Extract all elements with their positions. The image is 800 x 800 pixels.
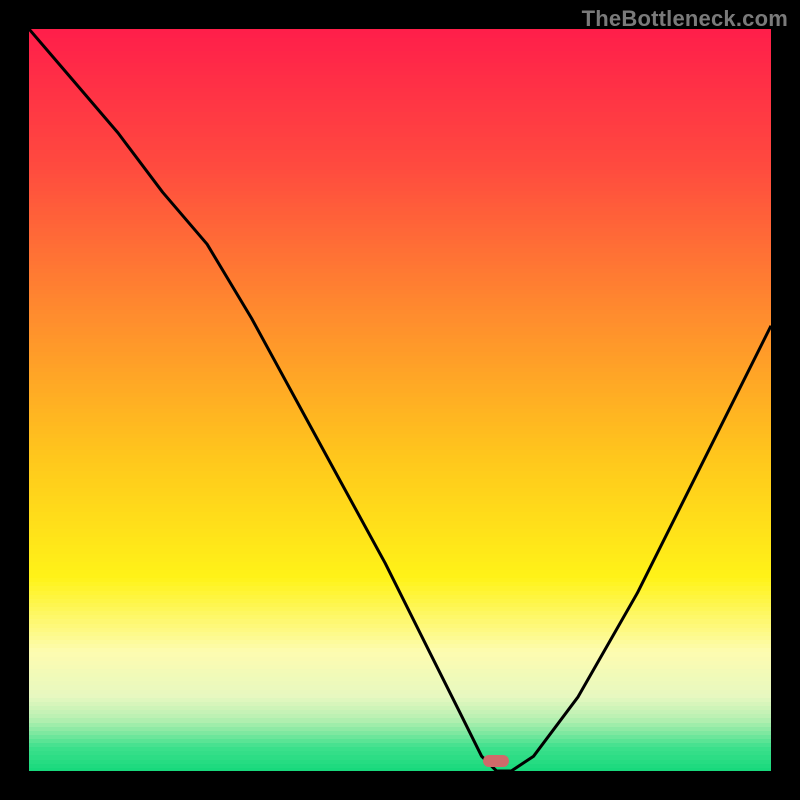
optimal-marker: [483, 755, 509, 767]
curve-path: [29, 29, 771, 771]
chart-frame: TheBottleneck.com: [0, 0, 800, 800]
plot-area: [29, 29, 771, 771]
bottleneck-curve: [29, 29, 771, 771]
watermark-text: TheBottleneck.com: [582, 6, 788, 32]
